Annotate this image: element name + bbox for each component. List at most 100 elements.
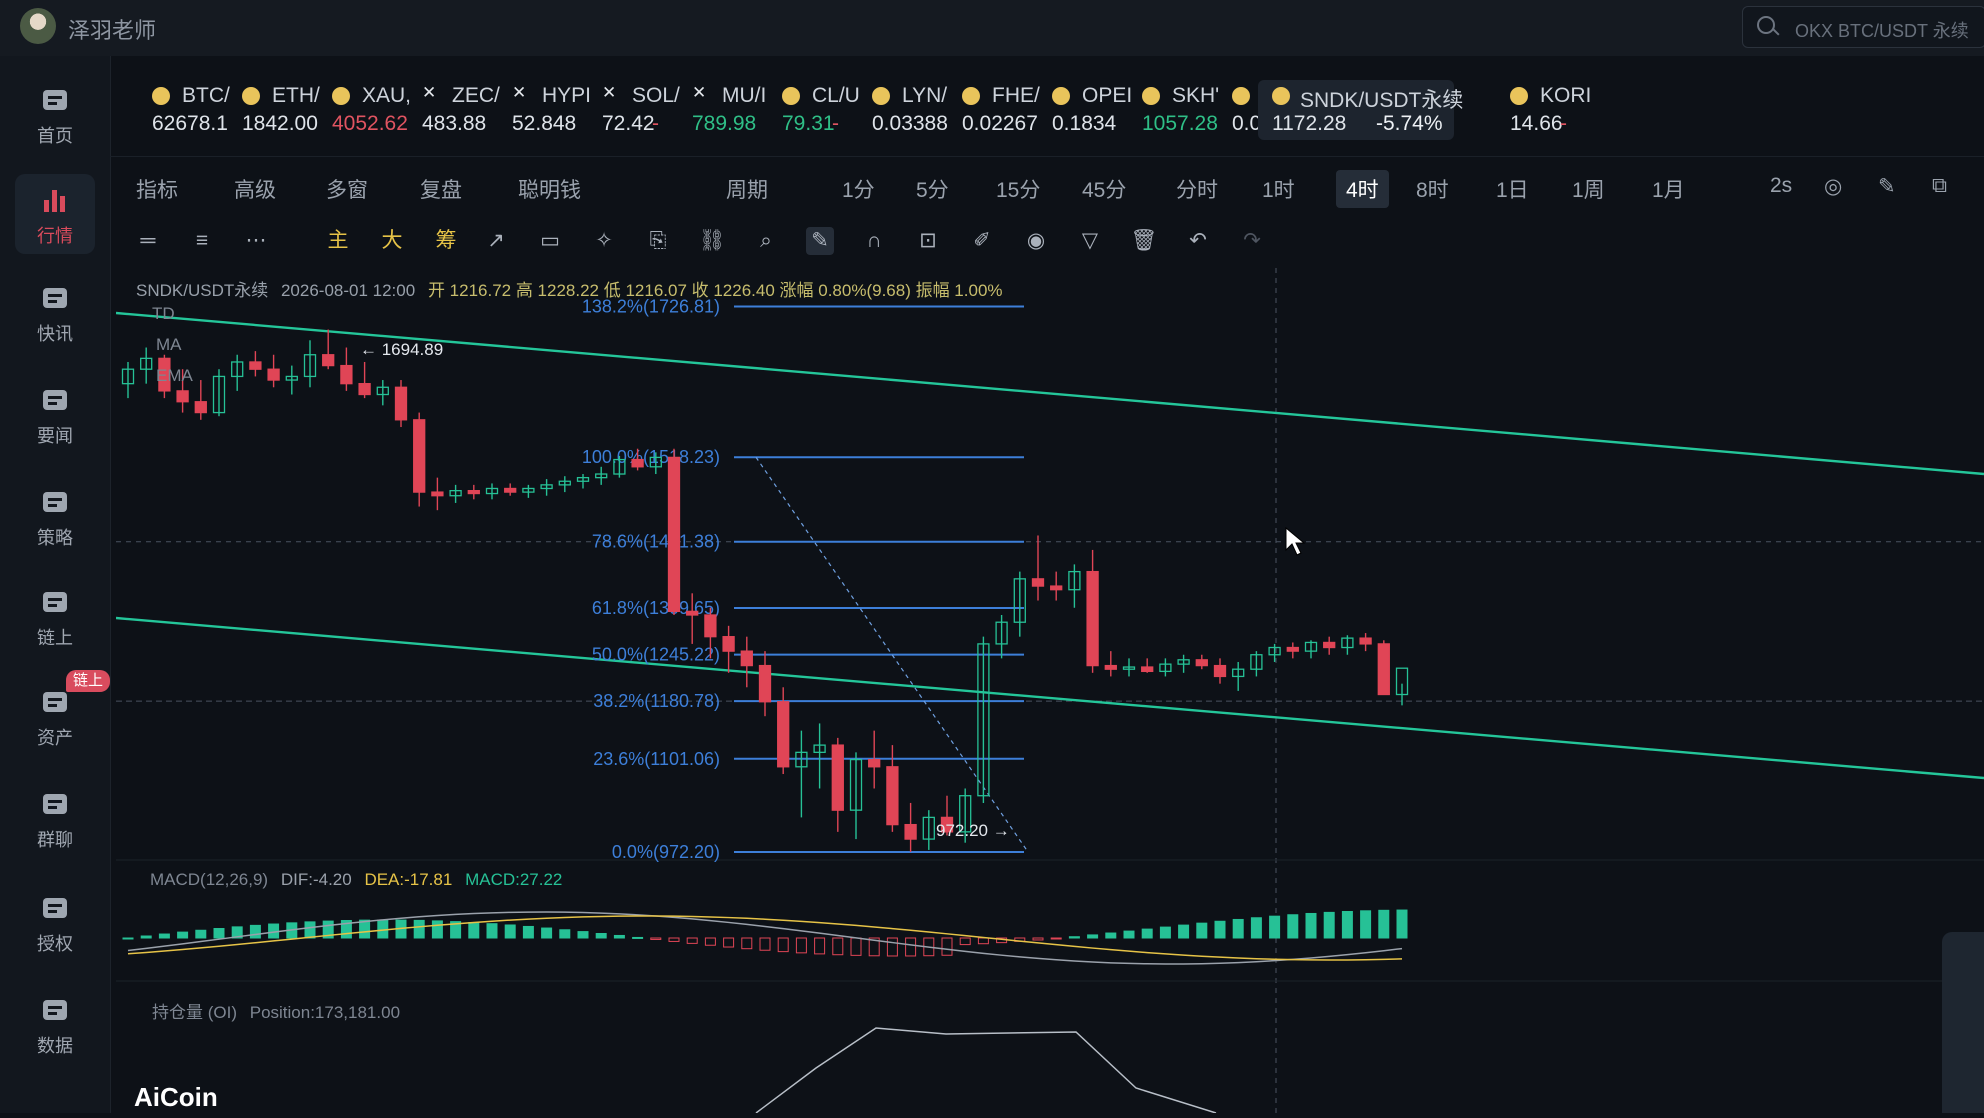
period-tab[interactable]: 1周 [1572, 174, 1605, 204]
refresh-interval[interactable]: 2s [1770, 174, 1792, 198]
period-tab[interactable]: 1分 [842, 174, 875, 204]
lock-icon[interactable]: ⊡ [914, 227, 942, 255]
ticker-item[interactable]: KORI 14.66- [1476, 80, 1596, 140]
magnet-icon[interactable]: ∩ [860, 227, 888, 255]
sidebar-item-label: 链上 [37, 628, 73, 648]
chart-area[interactable]: 138.2%(1726.81) 100.0%(1518.23) 78.6%(1401… [115, 268, 1984, 1114]
ticker-price: 1172.28 [1272, 112, 1347, 135]
tool-0[interactable]: 指标 [136, 174, 178, 204]
username[interactable]: 泽羽老师 [68, 13, 156, 45]
candle-body [868, 758, 881, 768]
macd-bar [468, 922, 480, 939]
candle-body [176, 390, 189, 403]
search-input[interactable]: OKX BTC/USDT 永续 [1742, 6, 1984, 48]
macd-bar [1287, 914, 1299, 939]
period-dropdown[interactable]: 周期 [726, 174, 768, 204]
indicator-ma[interactable]: MA [156, 335, 182, 355]
period-tab[interactable]: 1月 [1652, 174, 1685, 204]
candle-body [1031, 578, 1045, 587]
sidebar-item-label: 策略 [37, 528, 73, 548]
close-mark-icon: ✕ [692, 83, 707, 102]
period-tab[interactable]: 8时 [1416, 174, 1449, 204]
fib-label: 0.0%(972.20) [612, 842, 720, 862]
aicoin-logo: AiCoin [134, 1082, 218, 1112]
link-icon[interactable]: ⛓ [698, 227, 726, 255]
ticker-symbol: KORI [1540, 84, 1592, 107]
ticker-change: - [1560, 112, 1567, 135]
coin-icon [1510, 87, 1528, 105]
macd-bar [814, 937, 826, 955]
candle-body [413, 419, 426, 493]
rect-icon[interactable]: ▭ [536, 227, 564, 255]
sidebar-item-9[interactable]: 数据 [15, 984, 95, 1064]
sidebar-item-0[interactable]: 首页 [15, 74, 95, 154]
macd-bar [522, 925, 534, 939]
chart-symbol: SNDK/USDT永续 [136, 281, 269, 300]
close-mark-icon: ✕ [602, 83, 617, 102]
oi-label: 持仓量 (OI) [152, 1003, 237, 1022]
filter-icon[interactable]: ▽ [1076, 227, 1104, 255]
sidebar-item-1[interactable]: 行情 [15, 174, 95, 254]
period-tab[interactable]: 1时 [1262, 174, 1295, 204]
candle-body [194, 401, 207, 414]
coin-icon [1272, 87, 1290, 105]
avatar[interactable] [20, 8, 56, 44]
menu-icon[interactable]: ≡ [188, 227, 216, 255]
zoom-icon[interactable]: ⌕ [752, 227, 780, 255]
indicator-td[interactable]: TD [152, 304, 175, 324]
sidebar-item-2[interactable]: 快讯 [15, 272, 95, 352]
period-tab[interactable]: 5分 [916, 174, 949, 204]
macd-bar [158, 933, 170, 939]
candle-body [1213, 664, 1227, 678]
draw-tool-2[interactable]: 筹 [432, 227, 460, 255]
ruler-icon[interactable]: ═ [134, 227, 162, 255]
macd-bar [249, 924, 261, 939]
sidebar-item-8[interactable]: 授权 [15, 882, 95, 962]
sidebar-item-5[interactable]: 链上 [15, 576, 95, 656]
period-tab[interactable]: 45分 [1082, 174, 1126, 204]
tool-4[interactable]: 聪明钱 [518, 174, 581, 204]
trash-icon[interactable]: 🗑 [1130, 227, 1158, 255]
tool-1[interactable]: 高级 [234, 174, 276, 204]
period-tab[interactable]: 4时 [1336, 170, 1389, 208]
sidebar-item-4[interactable]: 策略 [15, 476, 95, 556]
macd-bar [195, 929, 207, 939]
sidebar-item-3[interactable]: 要闻 [15, 374, 95, 454]
period-tab[interactable]: 1日 [1496, 174, 1529, 204]
sidebar-item-7[interactable]: 群聊 [15, 778, 95, 858]
coin-icon [1142, 87, 1160, 105]
period-tab[interactable]: 15分 [996, 174, 1040, 204]
coin-icon [1052, 87, 1070, 105]
candlestick-chart[interactable]: 138.2%(1726.81)100.0%(1518.23)78.6%(1401… [115, 268, 1984, 1114]
oi-position: Position:173,181.00 [249, 1003, 401, 1022]
brush-icon[interactable]: ✧ [590, 227, 618, 255]
copy-icon[interactable]: ⎘ [644, 227, 672, 255]
undo-icon[interactable]: ↶ [1184, 227, 1212, 255]
export-icon[interactable]: ⧉ [1932, 174, 1947, 198]
eye-icon[interactable]: ◉ [1022, 227, 1050, 255]
period-tab[interactable]: 分时 [1176, 174, 1218, 204]
tool-3[interactable]: 复盘 [420, 174, 462, 204]
indicator-ema[interactable]: EMA [156, 366, 193, 386]
ticker-price: 483.88 [422, 112, 487, 135]
draw-tool-0[interactable]: 主 [324, 227, 352, 255]
draw-icon[interactable]: ✎ [806, 227, 834, 255]
redo-icon[interactable]: ↷ [1238, 227, 1266, 255]
side-panel-tab[interactable] [1942, 932, 1984, 1113]
ticker-change: -5.74% [1376, 112, 1443, 135]
macd-bar [1214, 920, 1226, 939]
draw-tool-1[interactable]: 大 [378, 227, 406, 255]
ticker-symbol: SNDK/USDT永续 [1300, 89, 1464, 112]
tool-2[interactable]: 多窗 [326, 174, 368, 204]
ticker-item[interactable]: SNDK/USDT永续 1172.28 -5.74% [1258, 80, 1463, 140]
candle-body [322, 354, 335, 367]
coin-icon [242, 87, 260, 105]
edit-icon[interactable]: ✐ [968, 227, 996, 255]
camera-icon[interactable]: ◎ [1824, 174, 1842, 199]
pencil-icon[interactable]: ✎ [1878, 174, 1896, 199]
trend-icon[interactable]: ↗ [482, 227, 510, 255]
ohlc-legend: SNDK/USDT永续 2026-08-01 12:00 开 1216.72 高… [136, 276, 1003, 301]
macd-bar [431, 920, 443, 939]
more-icon[interactable]: ⋯ [242, 227, 270, 255]
macd-dif: DIF:-4.20 [280, 870, 352, 889]
